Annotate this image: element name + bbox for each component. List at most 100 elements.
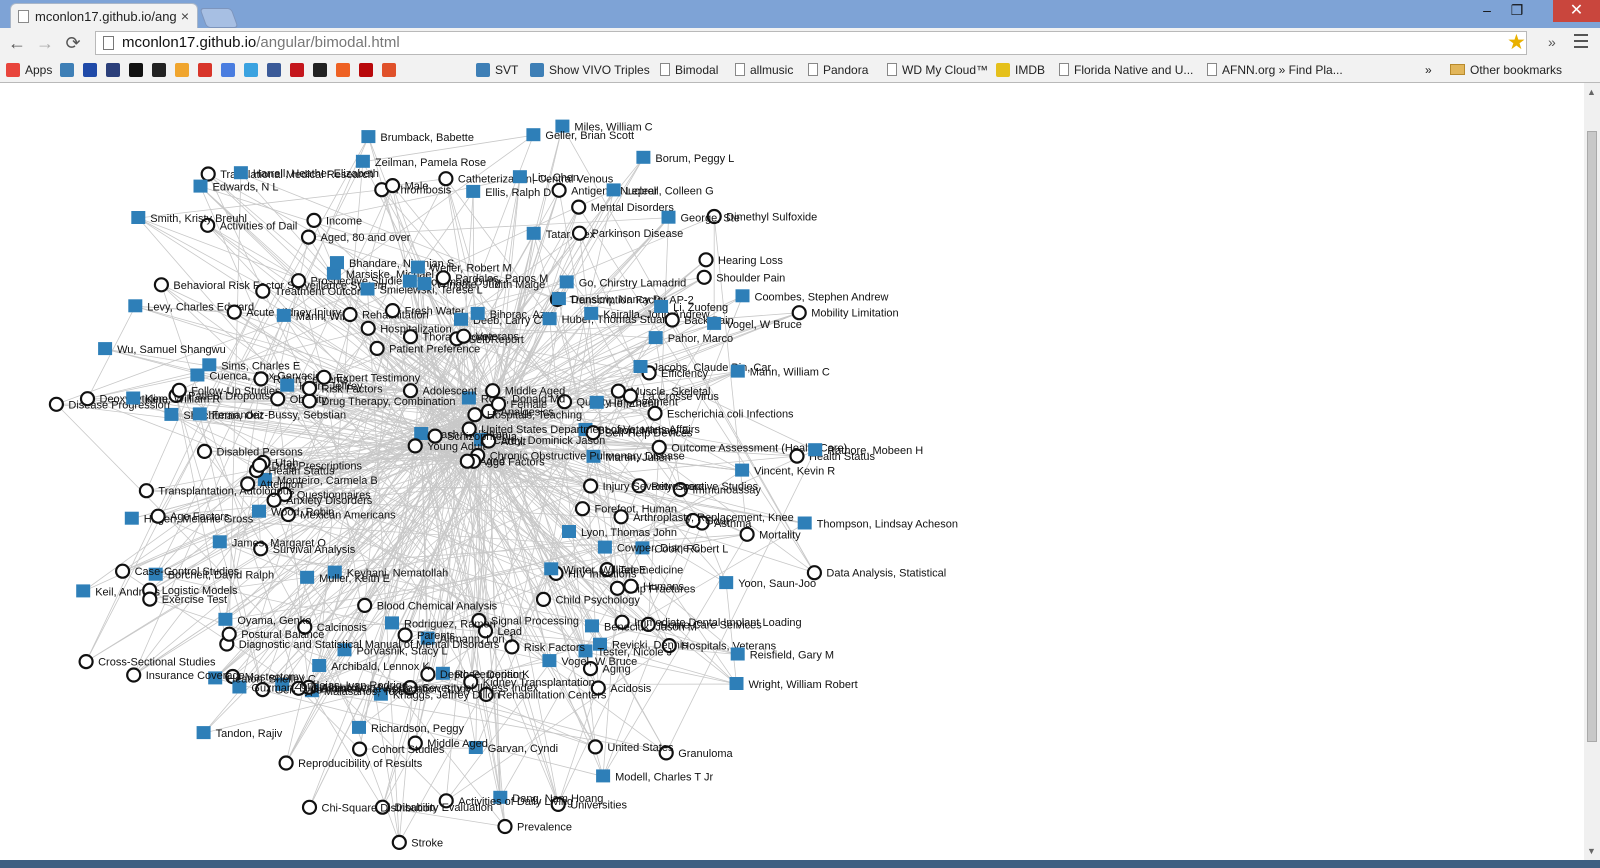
concept-node[interactable]: Risk Factors xyxy=(504,639,586,655)
concept-node[interactable]: Blood Chemical Analysis xyxy=(357,597,498,614)
concept-node[interactable]: Attention xyxy=(240,476,303,492)
person-node[interactable]: Fernandez-Bussy, Sebstian xyxy=(192,407,346,421)
concept-node[interactable]: Hearing Loss xyxy=(698,252,784,268)
bookmark-afnn-org-find-pla[interactable]: AFNN.org » Find Pla... xyxy=(1207,61,1343,79)
back-button[interactable]: ← xyxy=(6,32,28,54)
concept-node[interactable]: Prevalence xyxy=(497,818,573,835)
bookmark-netflix[interactable] xyxy=(359,61,378,79)
person-node[interactable]: Mann, Willi xyxy=(276,308,350,323)
concept-node[interactable]: Female xyxy=(490,396,547,412)
person-node[interactable]: Coombes, Stephen Andrew xyxy=(735,289,889,303)
bookmark-imdb[interactable]: IMDB xyxy=(996,61,1045,79)
bookmark-rss[interactable] xyxy=(382,61,401,79)
new-tab-button[interactable] xyxy=(199,8,239,28)
concept-node[interactable]: Adolescent xyxy=(402,383,477,399)
bookmark-florida-native-and-u[interactable]: Florida Native and U... xyxy=(1059,61,1193,79)
bookmark-allmusic[interactable]: allmusic xyxy=(735,61,793,79)
vertical-scrollbar[interactable]: ▲ ▼ xyxy=(1584,83,1600,860)
person-node[interactable]: George, Ste xyxy=(661,210,740,225)
person-node[interactable]: Pahor, Marco xyxy=(648,331,733,345)
concept-node[interactable]: Chi-Square Distribution xyxy=(301,799,435,815)
person-node[interactable]: Tandon, Rajiv xyxy=(196,726,283,740)
concept-node[interactable]: Fresh Water xyxy=(385,303,465,319)
person-node[interactable]: Modell, Charles T Jr xyxy=(596,769,713,783)
bookmark-other-bookmarks[interactable]: Other bookmarks xyxy=(1450,61,1562,79)
person-node[interactable]: Denslow, Nancy D xyxy=(551,292,661,306)
bookmark-amazon[interactable] xyxy=(313,61,332,79)
bookmark-uf[interactable] xyxy=(83,61,102,79)
bookmark-todo[interactable] xyxy=(175,61,194,79)
concept-node[interactable]: Injury Severity Score xyxy=(582,478,704,494)
concept-node[interactable]: Shoulder Pain xyxy=(696,269,786,285)
bookmark-google[interactable] xyxy=(221,61,240,79)
person-node[interactable]: Borum, Peggy L xyxy=(636,150,734,165)
person-node[interactable]: Oyama, Genko xyxy=(218,612,311,627)
maximize-button[interactable]: ❐ xyxy=(1503,0,1531,22)
person-node[interactable]: Li, Zuofeng xyxy=(654,299,728,314)
extensions-overflow[interactable]: » xyxy=(1548,30,1556,54)
scroll-up-arrow-icon[interactable]: ▲ xyxy=(1587,87,1596,97)
reload-button[interactable]: ⟳ xyxy=(62,32,84,54)
menu-icon[interactable] xyxy=(1574,34,1588,48)
person-node[interactable]: Geller, Brian Scott xyxy=(526,128,634,142)
person-node[interactable]: Smith, Kristy Breuhl xyxy=(131,211,247,225)
concept-node[interactable]: Data Analysis, Statistical xyxy=(806,565,946,581)
concept-node[interactable]: Stroke xyxy=(391,834,443,851)
concept-node[interactable]: Cross-Sectional Studies xyxy=(78,653,216,670)
person-node[interactable]: Yoon, Saun-Joo xyxy=(719,576,816,590)
bookmark-github[interactable] xyxy=(129,61,148,79)
bookmark-vivo[interactable] xyxy=(60,61,79,79)
bookmark-cloud[interactable] xyxy=(198,61,217,79)
bookmark-star-icon[interactable]: ★ xyxy=(1507,28,1526,58)
bookmark-news[interactable] xyxy=(290,61,309,79)
concept-node[interactable]: Mortality xyxy=(739,526,802,542)
person-node[interactable]: Edwards, N L xyxy=(193,179,279,194)
bookmark-nwc[interactable] xyxy=(106,61,125,79)
concept-node[interactable]: United States xyxy=(587,739,674,755)
scroll-down-arrow-icon[interactable]: ▼ xyxy=(1587,846,1596,856)
person-node[interactable]: Thompson, Lindsay Acheson xyxy=(797,516,958,531)
concept-node[interactable]: Humans xyxy=(623,578,685,594)
address-bar[interactable]: mconlon17.github.io/angular/bimodal.html xyxy=(95,31,1527,55)
bookmark-show-vivo-triples[interactable]: Show VIVO Triples xyxy=(530,61,650,79)
bookmark-twitter[interactable] xyxy=(244,61,263,79)
person-node[interactable]: Wright, William Robert xyxy=(729,677,858,691)
concept-node[interactable]: Reproducibility of Results xyxy=(278,755,423,771)
concept-node[interactable]: Male xyxy=(385,177,428,194)
concept-node[interactable]: Arthroplasty, Replacement, Knee xyxy=(613,509,794,525)
concept-node[interactable]: Aged, 80 and over xyxy=(300,229,411,245)
concept-node[interactable]: Insurance Coverage xyxy=(126,667,245,683)
person-node[interactable]: Liu, Chen xyxy=(512,170,579,184)
forward-button[interactable]: → xyxy=(34,32,56,54)
bookmark-wd-my-cloud[interactable]: WD My Cloud™ xyxy=(887,61,988,79)
bookmark-facebook[interactable] xyxy=(267,61,286,79)
scrollbar-thumb[interactable] xyxy=(1587,131,1597,742)
concept-node[interactable]: Obesity xyxy=(270,391,327,407)
concept-node[interactable]: Mobility Limitation xyxy=(791,305,899,321)
person-node[interactable]: Zeilman, Pamela Rose xyxy=(355,154,486,169)
concept-node[interactable]: Income xyxy=(306,212,363,228)
concept-node[interactable]: Exercise Test xyxy=(142,591,227,607)
concept-node[interactable]: Back Pain xyxy=(664,312,734,328)
person-node[interactable]: Richardson, Peggy xyxy=(352,720,464,735)
bimodal-network-graph[interactable]: Asthma Thompson, Lindsay AchesonForefoot,… xyxy=(0,83,1584,860)
bookmark-bimodal[interactable]: Bimodal xyxy=(660,61,718,79)
person-node[interactable]: Beneciuk, Jason M xyxy=(585,619,697,633)
person-node[interactable]: Wu, Samuel Shangwu xyxy=(98,342,226,356)
person-node[interactable]: Ellis, Ralph D Jr xyxy=(466,184,564,199)
concept-node[interactable]: Veterans xyxy=(456,328,520,344)
person-node[interactable]: Muller, Keith E xyxy=(300,570,390,585)
bookmark-bitly[interactable] xyxy=(336,61,355,79)
close-window-button[interactable]: ✕ xyxy=(1553,0,1600,22)
concept-node[interactable]: Middle Aged xyxy=(485,383,565,399)
bookmark-buffer[interactable] xyxy=(152,61,171,79)
minimize-button[interactable]: – xyxy=(1473,0,1501,22)
bookmarks-overflow[interactable]: » xyxy=(1425,61,1432,79)
concept-node[interactable]: Age Factors xyxy=(150,508,230,524)
person-node[interactable]: Go, Chirstry Lamadrid xyxy=(559,275,687,289)
browser-tab[interactable]: mconlon17.github.io/ang × xyxy=(10,3,198,28)
person-node[interactable]: Harrell, Heather Elizabeth xyxy=(233,166,379,180)
concept-node[interactable]: Aged xyxy=(459,453,505,469)
bookmark-svt[interactable]: SVT xyxy=(476,61,518,79)
bookmark-pandora[interactable]: Pandora xyxy=(808,61,868,79)
